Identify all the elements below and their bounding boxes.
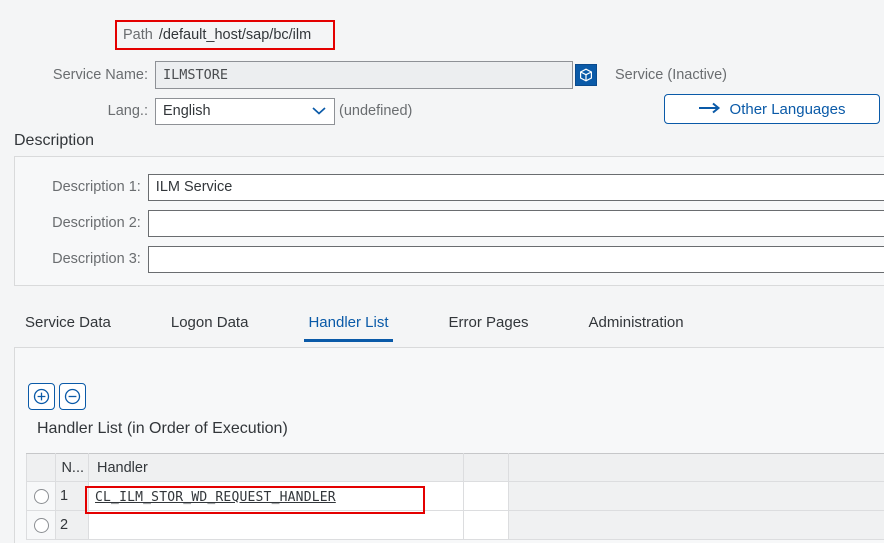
tab-handler-list[interactable]: Handler List <box>291 310 405 342</box>
tab-administration[interactable]: Administration <box>572 310 701 342</box>
description-3-label: Description 3: <box>52 251 141 267</box>
row-handler-cell[interactable]: CL_ILM_STOR_WD_REQUEST_HANDLER <box>88 481 464 511</box>
service-name-label: Service Name: <box>52 67 148 83</box>
cube-icon[interactable] <box>575 64 597 86</box>
row-select-cell[interactable] <box>26 481 56 511</box>
plus-circle-icon[interactable] <box>28 383 55 410</box>
handler-toolbar <box>28 383 86 410</box>
row-number-cell: 1 <box>55 481 89 511</box>
arrow-right-icon <box>698 101 721 118</box>
handler-list-caption: Handler List (in Order of Execution) <box>37 420 288 437</box>
row-rest-cell <box>508 481 884 511</box>
language-undefined-note: (undefined) <box>339 103 413 119</box>
chevron-down-icon <box>312 107 326 116</box>
minus-circle-icon[interactable] <box>59 383 86 410</box>
other-languages-label: Other Languages <box>729 100 846 118</box>
handler-class-name[interactable]: CL_ILM_STOR_WD_REQUEST_HANDLER <box>95 490 336 505</box>
description-2-input[interactable] <box>147 209 884 237</box>
handler-table: N... Handler 1 CL_ILM_STOR_WD_REQUEST_HA… <box>26 453 884 540</box>
description-1-label: Description 1: <box>52 179 141 195</box>
radio-icon[interactable] <box>33 518 49 534</box>
tab-service-data[interactable]: Service Data <box>8 310 128 342</box>
table-row[interactable]: 2 <box>26 510 884 540</box>
handler-list-panel: Handler List (in Order of Execution) N..… <box>14 347 884 543</box>
row-number-cell: 2 <box>55 510 89 540</box>
column-header-handler[interactable]: Handler <box>88 453 464 482</box>
table-header-row: N... Handler <box>26 453 884 482</box>
language-select-value: English <box>163 103 211 119</box>
column-header-rest <box>508 453 884 482</box>
description-section-title: Description <box>14 132 95 149</box>
other-languages-button[interactable]: Other Languages <box>664 94 880 124</box>
tab-bar: Service Data Logon Data Handler List Err… <box>0 310 884 346</box>
description-row-3: Description 3: <box>15 245 884 273</box>
language-label: Lang.: <box>107 103 148 119</box>
description-panel: Description 1: Description 2: Descriptio… <box>14 156 884 286</box>
tab-error-pages[interactable]: Error Pages <box>432 310 546 342</box>
service-name-input[interactable] <box>155 61 573 89</box>
row-handler-cell[interactable] <box>88 510 464 540</box>
service-status-text: Service (Inactive) <box>615 67 728 83</box>
path-annotation-box: Path /default_host/sap/bc/ilm <box>115 20 335 50</box>
description-row-1: Description 1: <box>15 173 884 201</box>
column-header-select[interactable] <box>26 453 56 482</box>
description-3-input[interactable] <box>147 245 884 273</box>
row-select-cell[interactable] <box>26 510 56 540</box>
column-header-number[interactable]: N... <box>55 453 89 482</box>
tab-logon-data[interactable]: Logon Data <box>154 310 266 342</box>
description-row-2: Description 2: <box>15 209 884 237</box>
path-value: /default_host/sap/bc/ilm <box>158 27 312 43</box>
row-gap-cell <box>463 481 509 511</box>
language-select[interactable]: English <box>155 97 335 125</box>
row-gap-cell <box>463 510 509 540</box>
path-row: Path /default_host/sap/bc/ilm <box>0 16 884 56</box>
row-rest-cell <box>508 510 884 540</box>
table-row[interactable]: 1 CL_ILM_STOR_WD_REQUEST_HANDLER <box>26 481 884 511</box>
description-2-label: Description 2: <box>52 215 141 231</box>
radio-icon[interactable] <box>33 489 49 505</box>
column-header-gap <box>463 453 509 482</box>
path-label: Path <box>123 27 153 43</box>
description-1-input[interactable] <box>147 173 884 201</box>
service-name-row: Service Name: Service (Inactive) <box>0 60 884 90</box>
